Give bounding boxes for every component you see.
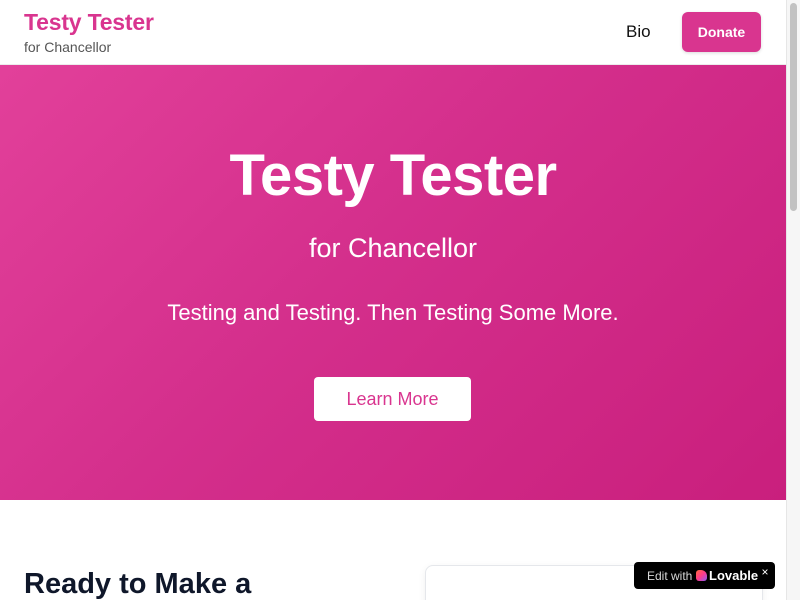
- donate-button[interactable]: Donate: [682, 12, 761, 52]
- site-header: Testy Tester for Chancellor Bio Donate: [0, 0, 786, 65]
- hero-subtitle: for Chancellor: [308, 233, 478, 263]
- brand[interactable]: Testy Tester for Chancellor: [24, 8, 154, 56]
- edit-with-lovable-badge[interactable]: Edit with Lovable: [634, 562, 775, 589]
- hero-section: Testy Tester for Chancellor Testing and …: [0, 65, 786, 500]
- brand-subtitle: for Chancellor: [24, 39, 112, 55]
- hero-tagline: Testing and Testing. Then Testing Some M…: [167, 300, 619, 325]
- badge-brand-text: Lovable: [709, 568, 759, 583]
- lovable-heart-icon: [696, 570, 707, 581]
- learn-more-button[interactable]: Learn More: [314, 377, 471, 421]
- vertical-scrollbar[interactable]: [786, 0, 800, 600]
- badge-prefix-text: Edit with: [647, 569, 693, 583]
- brand-title: Testy Tester: [24, 9, 154, 35]
- close-icon[interactable]: ×: [758, 565, 772, 579]
- scrollbar-thumb[interactable]: [790, 3, 797, 211]
- page: Testy Tester for Chancellor Bio Donate T…: [0, 0, 786, 600]
- nav-link-bio[interactable]: Bio: [626, 21, 651, 43]
- section-heading: Ready to Make a: [24, 568, 252, 600]
- hero-title: Testy Tester: [229, 143, 557, 208]
